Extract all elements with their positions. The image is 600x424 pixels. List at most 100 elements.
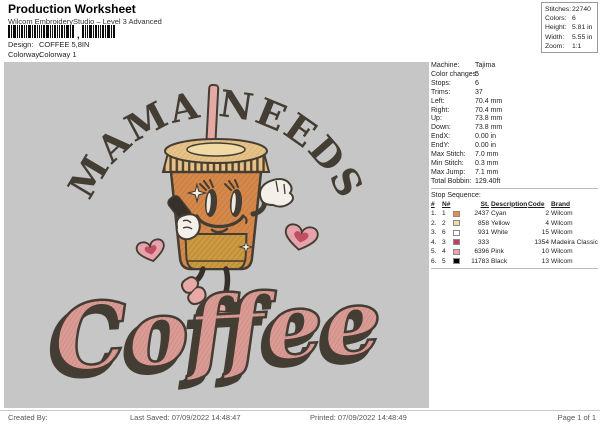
stats-label: Height: [545, 23, 572, 32]
machine-info-row: Trims:37 [431, 89, 598, 98]
machine-info-value: 7.0 mm [475, 151, 498, 160]
machine-info-value: 73.8 mm [475, 115, 502, 124]
cell-stitches: 2437 [466, 209, 489, 219]
barcode-bar [105, 25, 106, 38]
barcode-bar [54, 25, 56, 38]
machine-info-label: Machine: [431, 62, 475, 71]
barcode-bar [93, 25, 94, 38]
machine-info-label: Stops: [431, 80, 475, 89]
script-word: Coffee Coffee [45, 267, 384, 398]
heart-right [283, 223, 319, 252]
script-text: Coffee [51, 267, 384, 392]
barcode-bar [46, 25, 49, 38]
stop-sequence-row: 1.12437Cyan2Wilcom [431, 209, 598, 219]
cell-n: 1 [442, 209, 451, 219]
barcode-bar [39, 25, 40, 38]
machine-info-value: 5 [475, 71, 479, 80]
cell-description: Black [491, 257, 526, 267]
cell-num: 3. [431, 228, 440, 238]
cell-num: 4. [431, 238, 440, 248]
cell-code: 1354 [528, 238, 549, 248]
cell-code: 10 [528, 247, 549, 257]
machine-info-row: Stops:6 [431, 80, 598, 89]
info-panel: Machine:TajimaColor changes:5Stops:6Trim… [431, 62, 598, 269]
stats-value: 1:1 [572, 42, 581, 51]
machine-info-row: Up:73.8 mm [431, 115, 598, 124]
stats-value: 22740 [572, 5, 591, 14]
stats-row: Height:5.81 in [545, 23, 595, 32]
stop-sequence-row: 2.2858Yellow4Wilcom [431, 219, 598, 229]
machine-info-row: Max Jump:7.1 mm [431, 169, 598, 178]
machine-info-row: Down:73.8 mm [431, 124, 598, 133]
barcode-separator: , [77, 33, 80, 38]
col-code: Code [528, 200, 549, 210]
cell-num: 2. [431, 219, 440, 229]
machine-info-row: Left:70.4 mm [431, 98, 598, 107]
page-title: Production Worksheet [8, 2, 136, 16]
machine-info-label: Up: [431, 115, 475, 124]
barcode-bar [82, 25, 84, 38]
cell-code: 15 [528, 228, 549, 238]
barcode-bar [102, 25, 104, 38]
design-preview-area: MAMA NEEDS [4, 62, 429, 408]
machine-info-list: Machine:TajimaColor changes:5Stops:6Trim… [431, 62, 598, 187]
cell-code: 4 [528, 219, 549, 229]
machine-info-label: Min Stitch: [431, 160, 475, 169]
cell-stitches: 931 [466, 228, 489, 238]
design-barcode: , [8, 25, 116, 38]
cell-brand: Wilcom [551, 228, 598, 238]
colorway-label: Colorway: [8, 50, 39, 59]
cell-code: 2 [528, 209, 549, 219]
design-label: Design: [8, 40, 39, 49]
barcode-bar [19, 25, 20, 38]
stats-row: Stitches:22740 [545, 5, 595, 14]
barcode-bar [11, 25, 12, 38]
stop-sequence-row: 5.46396Pink10Wilcom [431, 247, 598, 257]
thread-color-swatch [453, 239, 460, 245]
thread-color-swatch [453, 211, 460, 217]
stop-sequence-title: Stop Sequence: [431, 191, 598, 200]
stats-row: Width:5.55 in [545, 33, 595, 42]
barcode-bar [52, 25, 53, 38]
thread-color-swatch [453, 258, 460, 264]
thread-color-swatch [453, 230, 460, 236]
cell-num: 5. [431, 247, 440, 257]
cell-n: 3 [442, 238, 451, 248]
barcode-bar [8, 25, 10, 38]
footer-last-saved: Last Saved: 07/09/2022 14:48:47 [130, 413, 241, 422]
production-worksheet-page: Production Worksheet Wilcom EmbroiderySt… [0, 0, 600, 424]
stop-sequence-row: 3.6931White15Wilcom [431, 228, 598, 238]
stop-sequence-section: Stop Sequence: #N#St.DescriptionCodeBran… [431, 188, 598, 270]
machine-info-row: Min Stitch:0.3 mm [431, 160, 598, 169]
barcode-bar [57, 25, 58, 38]
col-description: Description [491, 200, 526, 210]
machine-info-row: Max Stitch:7.0 mm [431, 151, 598, 160]
barcode-bar [100, 25, 101, 38]
barcode-bar [98, 25, 99, 38]
machine-info-value: 70.4 mm [475, 98, 502, 107]
cell-stitches: 6396 [466, 247, 489, 257]
footer-created-by: Created By: [8, 413, 48, 422]
stats-row: Zoom:1:1 [545, 42, 595, 51]
machine-info-value: 7.1 mm [475, 169, 498, 178]
machine-info-row: Total Bobbin:129.40ft [431, 178, 598, 187]
heart-left [136, 238, 167, 264]
cell-stitches: 11783 [466, 257, 489, 267]
stop-sequence-row: 6.511783Black13Wilcom [431, 257, 598, 267]
barcode-bar [17, 25, 18, 38]
colorway-value: Colorway 1 [39, 50, 77, 59]
cell-num: 1. [431, 209, 440, 219]
lid-inner-ring [187, 143, 245, 156]
machine-info-row: EndX:0.00 in [431, 133, 598, 142]
machine-info-label: Max Jump: [431, 169, 475, 178]
col-brand: Brand [551, 200, 598, 210]
barcode-bar [21, 25, 23, 38]
stats-label: Colors: [545, 14, 572, 23]
col-num: # [431, 200, 440, 210]
footer-divider [0, 410, 600, 411]
machine-info-row: Color changes:5 [431, 71, 598, 80]
barcode-bar [43, 25, 45, 38]
stats-label: Zoom: [545, 42, 572, 51]
barcode-bar [66, 25, 69, 38]
machine-info-value: 73.8 mm [475, 124, 502, 133]
